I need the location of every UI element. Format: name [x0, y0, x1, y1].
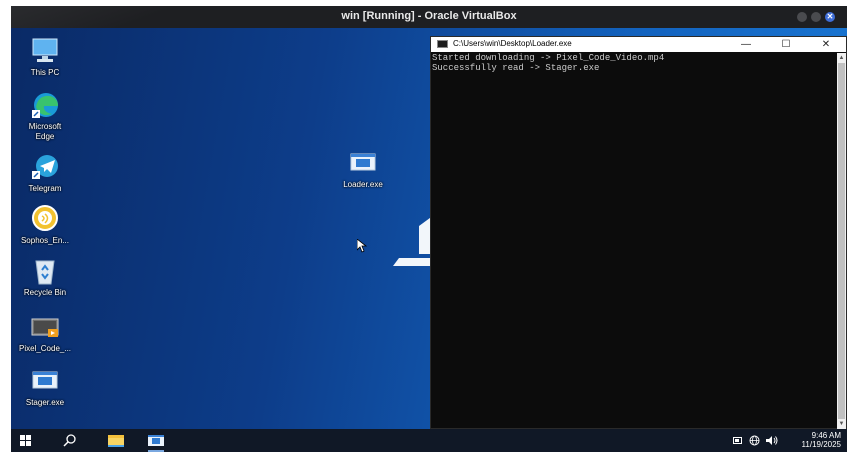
taskbar: 9:46 AM 11/19/2025 [11, 429, 847, 452]
file-explorer-icon [108, 435, 124, 447]
start-icon [20, 435, 31, 446]
exe-file-icon [346, 148, 380, 178]
exe-file-icon [28, 366, 62, 396]
console-close-button[interactable]: ✕ [811, 37, 841, 52]
console-line: Started downloading -> Pixel_Code_Video.… [432, 53, 665, 63]
desktop-icon-label: Recycle Bin [23, 288, 67, 297]
sophos-icon [28, 204, 62, 234]
desktop-icon-label: Telegram [28, 184, 62, 193]
desktop-icon-label: Pixel_Code_... [18, 344, 72, 353]
clock-time: 9:46 AM [811, 431, 841, 440]
recycle-bin-icon [28, 256, 62, 286]
guest-desktop[interactable]: This PC Microsoft Edge Telegram Sophos_E… [11, 28, 847, 429]
desktop-icon-label: Loader.exe [343, 180, 383, 189]
computer-icon [28, 36, 62, 66]
desktop-icon-sophos[interactable]: Sophos_En... [15, 204, 75, 246]
mouse-cursor-icon [357, 239, 367, 253]
scroll-down-icon[interactable]: ▼ [837, 420, 846, 428]
desktop-icon-this-pc[interactable]: This PC [15, 36, 75, 78]
desktop-icon-telegram[interactable]: Telegram [15, 152, 75, 194]
scroll-thumb[interactable] [838, 63, 845, 419]
virtualbox-title: win [Running] - Oracle VirtualBox [341, 10, 517, 22]
vbox-maximize-button[interactable] [811, 12, 821, 22]
telegram-icon [28, 152, 62, 182]
file-explorer-button[interactable] [101, 429, 131, 452]
clock-date: 11/19/2025 [801, 440, 841, 449]
console-taskbar-button[interactable] [141, 429, 171, 452]
search-icon [63, 434, 76, 447]
desktop-icon-label: Microsoft Edge [28, 122, 62, 141]
battery-icon[interactable] [733, 437, 743, 444]
console-app-icon [437, 40, 448, 48]
desktop-icon-label: Sophos_En... [20, 236, 70, 245]
clock[interactable]: 9:46 AM 11/19/2025 [802, 431, 841, 449]
edge-icon [28, 90, 62, 120]
console-title: C:\Users\win\Desktop\Loader.exe [453, 39, 572, 48]
console-line: Successfully read -> Stager.exe [432, 63, 600, 73]
console-minimize-button[interactable]: — [731, 37, 761, 52]
desktop-icon-label: Stager.exe [25, 398, 65, 407]
desktop-icon-edge[interactable]: Microsoft Edge [15, 90, 75, 142]
virtualbox-titlebar[interactable]: win [Running] - Oracle VirtualBox ✕ [11, 6, 847, 28]
console-output[interactable]: Started downloading -> Pixel_Code_Video.… [431, 53, 838, 429]
console-app-icon [148, 435, 164, 452]
console-titlebar[interactable]: C:\Users\win\Desktop\Loader.exe — ☐ ✕ [431, 37, 846, 52]
video-file-icon [28, 312, 62, 342]
desktop-icon-label: This PC [30, 68, 60, 77]
vbox-minimize-button[interactable] [797, 12, 807, 22]
virtualbox-window: win [Running] - Oracle VirtualBox ✕ This… [11, 6, 847, 452]
search-button[interactable] [55, 429, 85, 452]
console-scrollbar[interactable]: ▲ ▼ [837, 53, 846, 429]
scroll-up-icon[interactable]: ▲ [837, 54, 846, 62]
desktop-icon-recycle-bin[interactable]: Recycle Bin [15, 256, 75, 298]
desktop-icon-loader[interactable]: Loader.exe [333, 148, 393, 190]
network-icon[interactable] [749, 435, 760, 446]
start-button[interactable] [11, 429, 41, 452]
console-window[interactable]: C:\Users\win\Desktop\Loader.exe — ☐ ✕ St… [430, 36, 847, 429]
desktop-icon-pixel-code[interactable]: Pixel_Code_... [15, 312, 75, 354]
volume-icon[interactable] [765, 435, 779, 446]
vbox-close-button[interactable]: ✕ [825, 12, 835, 22]
desktop-icon-stager[interactable]: Stager.exe [15, 366, 75, 408]
console-maximize-button[interactable]: ☐ [771, 37, 801, 52]
